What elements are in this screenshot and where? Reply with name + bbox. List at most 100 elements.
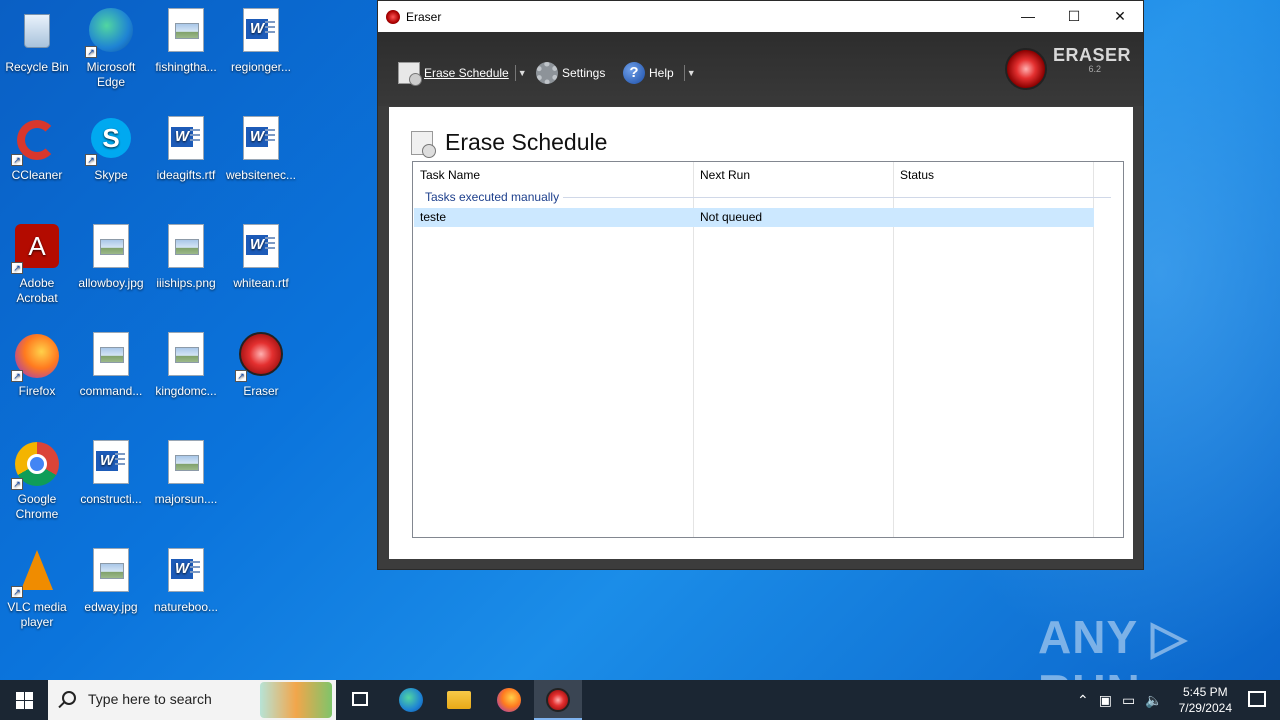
tray-chevron-icon[interactable]: ⌃ <box>1077 692 1089 709</box>
desktop-icon-label: kingdomc... <box>155 384 217 398</box>
search-highlight-image <box>260 682 332 718</box>
image-file-icon <box>162 8 210 56</box>
taskbar: Type here to search ⌃ ▣ ▭ 🔈 5:45 PM 7/29… <box>0 680 1280 720</box>
taskbar-eraser[interactable] <box>534 680 582 720</box>
device-icon[interactable]: ▣ <box>1099 692 1112 709</box>
erase-schedule-button[interactable]: Erase Schedule ▼ <box>398 62 527 86</box>
window-title: Eraser <box>406 9 442 24</box>
page-title: Erase Schedule <box>445 129 608 155</box>
help-icon: ? <box>623 62 645 84</box>
taskbar-file-explorer[interactable] <box>435 680 483 720</box>
image-file-icon <box>162 440 210 488</box>
cell-task-name: teste <box>420 210 447 224</box>
notification-icon[interactable] <box>1248 691 1266 707</box>
volume-icon[interactable]: 🔈 <box>1145 692 1162 709</box>
erase-schedule-dropdown-icon[interactable]: ▼ <box>518 68 527 78</box>
image-file-icon <box>162 332 210 380</box>
firefox-icon <box>497 688 521 712</box>
taskbar-search-box[interactable]: Type here to search <box>48 680 336 720</box>
search-icon <box>62 691 76 705</box>
search-placeholder: Type here to search <box>88 691 212 707</box>
word-file-icon: W <box>237 8 285 56</box>
gear-icon <box>536 62 558 84</box>
brand-name: ERASER <box>1052 45 1131 65</box>
page-header: Erase Schedule <box>411 129 608 158</box>
desktop-icon-recycle-bin[interactable]: Recycle Bin <box>0 8 74 75</box>
desktop-icon-label: VLC media player <box>7 600 67 629</box>
clock[interactable]: 5:45 PM 7/29/2024 <box>1179 684 1232 716</box>
toolbar: Erase Schedule ▼ Settings ? Help ▼ ERASE… <box>378 32 1143 106</box>
desktop-icon-vlc[interactable]: ↗ VLC media player <box>0 548 74 630</box>
eraser-icon: ↗ <box>235 332 285 382</box>
desktop-icon-allowboy[interactable]: allowboy.jpg <box>74 224 148 291</box>
desktop-icon-majorsun[interactable]: majorsun.... <box>149 440 223 507</box>
table-row[interactable]: teste Not queued <box>414 208 1094 227</box>
desktop-icon-websitenec[interactable]: W websitenec... <box>224 116 298 183</box>
edge-icon: ↗ <box>85 8 135 58</box>
header-next-run[interactable]: Next Run <box>700 168 750 182</box>
desktop-icon-ccleaner[interactable]: ↗ CCleaner <box>0 116 74 183</box>
header-task-name[interactable]: Task Name <box>420 168 480 182</box>
desktop-icon-constructi[interactable]: W constructi... <box>74 440 148 507</box>
desktop-icon-label: allowboy.jpg <box>78 276 144 290</box>
desktop-icon-kingdomc[interactable]: kingdomc... <box>149 332 223 399</box>
desktop-icon-command[interactable]: command... <box>74 332 148 399</box>
group-label[interactable]: Tasks executed manually <box>425 190 559 204</box>
task-view-icon[interactable] <box>352 692 368 706</box>
desktop-icon-label: Eraser <box>243 384 279 398</box>
desktop-icon-ideagifts[interactable]: W ideagifts.rtf <box>149 116 223 183</box>
word-file-icon: W <box>237 116 285 164</box>
settings-label: Settings <box>562 66 606 80</box>
desktop-icon-edway[interactable]: edway.jpg <box>74 548 148 615</box>
network-icon[interactable]: ▭ <box>1122 692 1135 709</box>
desktop-icon-label: Adobe Acrobat <box>16 276 58 305</box>
word-file-icon: W <box>162 548 210 596</box>
desktop-icon-label: Firefox <box>18 384 56 398</box>
brand-version: 6.2 <box>1088 64 1101 74</box>
maximize-button[interactable]: ☐ <box>1051 1 1097 32</box>
minimize-button[interactable]: — <box>1005 1 1051 32</box>
taskbar-edge[interactable] <box>387 680 435 720</box>
ccleaner-icon: ↗ <box>11 116 61 166</box>
header-status[interactable]: Status <box>900 168 934 182</box>
desktop-icon-regionger[interactable]: W regionger... <box>224 8 298 75</box>
folder-icon <box>447 691 471 709</box>
word-file-icon: W <box>87 440 135 488</box>
desktop-icon-fishingtha[interactable]: fishingtha... <box>149 8 223 75</box>
eraser-brand: ERASER 6.2 <box>1004 45 1131 90</box>
help-button[interactable]: ? Help ▼ <box>623 62 696 84</box>
help-dropdown-icon[interactable]: ▼ <box>687 68 696 78</box>
start-button[interactable] <box>0 680 48 720</box>
schedule-icon <box>398 62 422 86</box>
skype-icon: S ↗ <box>85 116 135 166</box>
desktop-icon-adobe-acrobat[interactable]: A ↗ Adobe Acrobat <box>0 224 74 306</box>
schedule-icon <box>411 130 436 158</box>
desktop-icon-skype[interactable]: S ↗ Skype <box>74 116 148 183</box>
desktop-icon-label: regionger... <box>230 60 292 74</box>
desktop-icon-label: Skype <box>94 168 128 182</box>
edge-icon <box>399 688 423 712</box>
close-button[interactable]: ✕ <box>1097 1 1143 32</box>
desktop-icon-firefox[interactable]: ↗ Firefox <box>0 332 74 399</box>
desktop-icon-google-chrome[interactable]: ↗ Google Chrome <box>0 440 74 522</box>
image-file-icon <box>87 224 135 272</box>
desktop-icon-label: CCleaner <box>11 168 63 182</box>
desktop-icon-natureboo[interactable]: W natureboo... <box>149 548 223 615</box>
eraser-app-icon <box>386 9 400 24</box>
recycle-bin-icon <box>13 8 61 56</box>
word-file-icon: W <box>162 116 210 164</box>
title-bar[interactable]: Eraser — ☐ ✕ <box>378 1 1143 32</box>
desktop-icon-label: edway.jpg <box>84 600 138 614</box>
desktop-icon-iiiships[interactable]: iiiships.png <box>149 224 223 291</box>
settings-button[interactable]: Settings <box>536 62 605 84</box>
desktop-icon-label: whitean.rtf <box>233 276 289 290</box>
desktop-icon-eraser[interactable]: ↗ Eraser <box>224 332 298 399</box>
desktop-icon-label: Google Chrome <box>15 492 59 521</box>
desktop-icon-microsoft-edge[interactable]: ↗ Microsoft Edge <box>74 8 148 90</box>
help-label: Help <box>649 66 674 80</box>
image-file-icon <box>87 548 135 596</box>
task-list[interactable]: Task Name Next Run Status Tasks executed… <box>412 161 1124 538</box>
desktop-icon-label: Recycle Bin <box>5 60 69 74</box>
taskbar-firefox[interactable] <box>485 680 533 720</box>
desktop-icon-whitean[interactable]: W whitean.rtf <box>224 224 298 291</box>
